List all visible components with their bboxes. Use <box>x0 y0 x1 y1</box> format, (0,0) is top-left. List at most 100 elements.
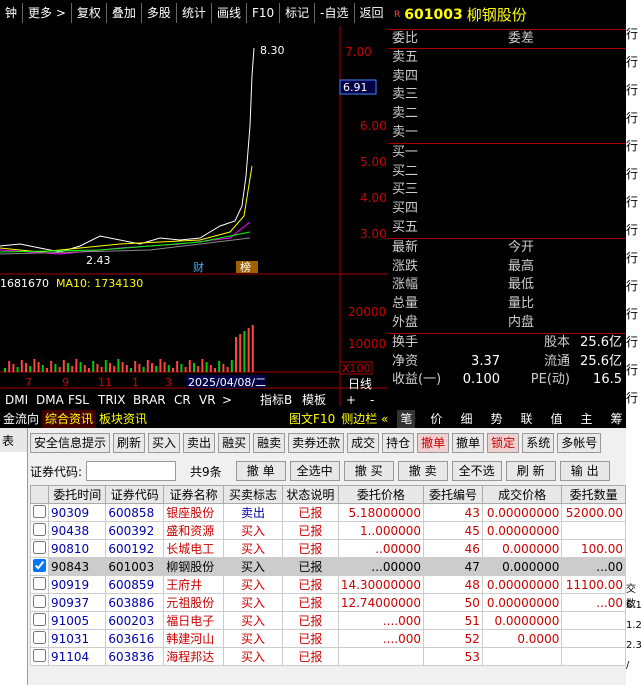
period-label[interactable]: 日线 <box>348 377 372 391</box>
toolbar-button[interactable]: 持仓 <box>382 433 415 453</box>
table-row[interactable]: 90937 603886 元祖股份 买入 已报 12.74000000 50 0.000000… <box>30 593 626 612</box>
row-checkbox-cell[interactable] <box>30 503 49 522</box>
table-row[interactable]: 91005 600203 福日电子 买入 已报 ....000 51 0.0000000 <box>30 611 626 630</box>
row-checkbox-cell[interactable] <box>30 593 49 612</box>
menu-item[interactable]: 复权 <box>72 3 107 23</box>
column-header[interactable]: 证券名称 <box>163 485 225 504</box>
table-row[interactable]: 90309 600858 银座股份 卖出 已报 5.18000000 43 0.0000000… <box>30 503 626 522</box>
row-checkbox[interactable] <box>33 540 46 554</box>
column-header[interactable]: 委托时间 <box>47 485 107 504</box>
menu-item[interactable]: -自选 <box>315 3 355 23</box>
info-tab[interactable]: 综合资讯 <box>42 410 97 428</box>
row-checkbox[interactable] <box>33 594 46 608</box>
left-tab[interactable]: 表 <box>0 428 27 452</box>
side-tab[interactable]: 细 <box>457 410 475 428</box>
plus-button[interactable]: + <box>346 393 356 407</box>
column-header[interactable]: 买卖标志 <box>223 485 283 504</box>
toolbar-button[interactable]: 多帐号 <box>557 433 602 453</box>
column-header[interactable]: 委托价格 <box>337 485 425 504</box>
menu-item[interactable]: 多股 <box>142 3 177 23</box>
table-row[interactable]: 90843 601003 柳钢股份 买入 已报 ...00000 47 0.000000...… <box>30 557 626 576</box>
template-tab[interactable]: 模板 <box>302 393 326 407</box>
event-mark[interactable]: 榜 <box>240 260 251 274</box>
side-tab[interactable]: 势 <box>487 410 505 428</box>
column-header[interactable]: 成交价格 <box>481 485 563 504</box>
query-button[interactable]: 撤 买 <box>343 461 394 481</box>
side-tab[interactable]: 值 <box>547 410 565 428</box>
side-tab[interactable]: 笔 <box>397 410 416 428</box>
column-header[interactable]: 证券代码 <box>105 485 165 504</box>
column-header[interactable]: 委托数量 <box>561 485 626 504</box>
query-button[interactable]: 全选中 <box>289 461 340 481</box>
row-checkbox-cell[interactable] <box>30 557 49 576</box>
column-header[interactable]: 状态说明 <box>281 485 339 504</box>
toolbar-button[interactable]: 锁定 <box>487 433 520 453</box>
toolbar-button[interactable]: 融买 <box>218 433 251 453</box>
menu-item[interactable]: 叠加 <box>107 3 142 23</box>
menu-item[interactable]: 标记 <box>280 3 316 23</box>
row-checkbox[interactable] <box>33 504 46 518</box>
side-tab[interactable]: 联 <box>517 410 535 428</box>
query-button[interactable]: 输 出 <box>559 461 610 481</box>
side-strip-item[interactable]: 行 <box>626 0 641 40</box>
indicator-tab[interactable]: BRAR <box>133 393 166 407</box>
menu-item[interactable]: 更多 > <box>23 3 72 23</box>
menu-item[interactable]: 画线 <box>212 3 247 23</box>
kline-chart[interactable]: 7.00 6.00 5.00 4.00 3.00 6.91 8.30 2.43 … <box>0 26 388 410</box>
row-checkbox-cell[interactable] <box>30 629 49 648</box>
toolbar-button[interactable]: 撤单 <box>452 433 485 453</box>
toolbar-button[interactable]: 融卖 <box>253 433 286 453</box>
indicator-b-tab[interactable]: 指标B <box>260 392 292 407</box>
side-tab[interactable]: 主 <box>578 410 596 428</box>
indicator-tab[interactable]: > <box>222 393 232 407</box>
row-checkbox[interactable] <box>33 558 46 572</box>
table-row[interactable]: 91104 603836 海程邦达 买入 已报 53 <box>30 647 626 666</box>
info-tab[interactable]: 板块资讯 <box>96 410 150 428</box>
toolbar-button[interactable]: 系统 <box>522 433 555 453</box>
indicator-tab[interactable]: CR <box>174 393 191 407</box>
row-checkbox[interactable] <box>33 630 46 644</box>
indicator-tab[interactable]: TRIX <box>97 393 125 407</box>
indicator-tab[interactable]: FSL <box>68 393 89 407</box>
table-row[interactable]: 90810 600192 长城电工 买入 已报 ..00000 46 0.000000 100.… <box>30 539 626 558</box>
query-button[interactable]: 撤 单 <box>235 461 286 481</box>
query-button[interactable]: 撤 卖 <box>397 461 448 481</box>
code-input[interactable] <box>86 461 177 481</box>
toolbar-button[interactable]: 买入 <box>148 433 181 453</box>
side-tab[interactable]: 价 <box>427 410 445 428</box>
event-mark[interactable]: 财 <box>193 260 204 274</box>
row-checkbox[interactable] <box>33 522 46 536</box>
table-row[interactable]: 90438 600392 盛和资源 买入 已报 1..000000 45 0.00000000 <box>30 521 626 540</box>
table-row[interactable]: 91031 603616 韩建河山 买入 已报 ....000 52 0.0000 <box>30 629 626 648</box>
toolbar-button[interactable]: 卖券还款 <box>288 433 345 453</box>
row-checkbox-cell[interactable] <box>30 575 49 594</box>
menu-item[interactable]: 统计 <box>177 3 212 23</box>
toolbar-button[interactable]: 刷新 <box>113 433 146 453</box>
info-tab[interactable]: 图文F10 <box>286 410 338 428</box>
toolbar-button[interactable]: 撤单 <box>417 433 450 453</box>
row-checkbox-cell[interactable] <box>30 611 49 630</box>
table-row[interactable]: 90919 600859 王府井 买入 已报 14.30000000 48 0.0000000… <box>30 575 626 594</box>
row-checkbox[interactable] <box>33 612 46 626</box>
indicator-tab[interactable]: VR <box>199 393 216 407</box>
row-checkbox-cell[interactable] <box>30 647 49 666</box>
menu-item[interactable]: 返回 <box>355 3 390 23</box>
toolbar-button[interactable]: 卖出 <box>183 433 216 453</box>
row-checkbox-cell[interactable] <box>30 521 49 540</box>
indicator-tab[interactable]: DMI <box>5 393 28 407</box>
row-checkbox[interactable] <box>33 576 46 590</box>
minus-button[interactable]: - <box>370 393 374 407</box>
info-tab[interactable]: 金流向 <box>0 410 42 428</box>
info-tab[interactable]: 侧边栏 « <box>338 410 391 428</box>
query-button[interactable]: 刷 新 <box>505 461 556 481</box>
menu-item[interactable]: 钟 <box>0 3 24 23</box>
row-checkbox[interactable] <box>33 648 46 662</box>
query-button[interactable]: 全不选 <box>451 461 502 481</box>
row-checkbox-cell[interactable] <box>30 539 49 558</box>
menu-item[interactable]: F10 <box>247 3 281 23</box>
indicator-tab[interactable]: DMA <box>36 393 65 407</box>
toolbar-button[interactable]: 安全信息提示 <box>30 433 111 453</box>
column-header[interactable]: 委托编号 <box>423 485 483 504</box>
toolbar-button[interactable]: 成交 <box>347 433 380 453</box>
side-tab[interactable]: 筹 <box>608 410 626 428</box>
